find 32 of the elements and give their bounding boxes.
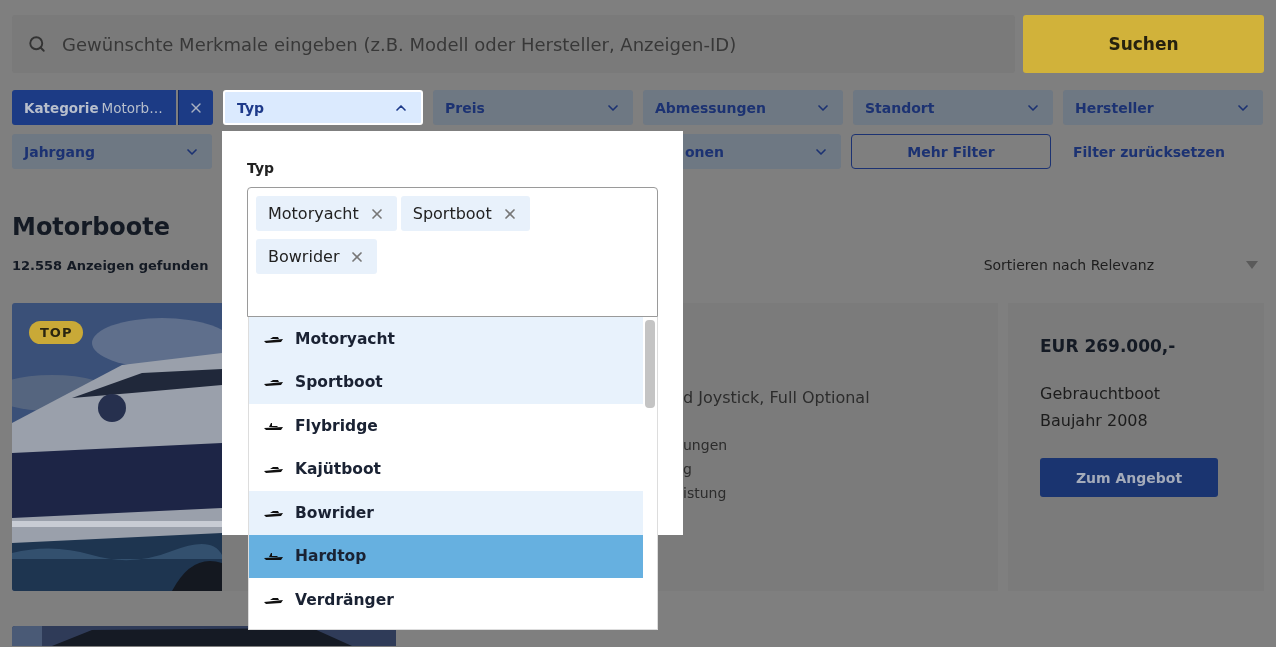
remove-filter-button[interactable] [178,90,213,125]
caret-down-icon [1246,261,1258,269]
top-badge: TOP [29,321,84,344]
multi-select-field[interactable]: Motoryacht Sportboot Bowrider [247,187,658,317]
listing-text: istung [683,485,728,501]
selected-tag[interactable]: Bowrider [256,239,378,274]
option-item[interactable]: Hardtop [249,534,643,578]
boat-icon [264,420,283,431]
boat-icon [264,377,283,388]
page-title: Motorboote [12,213,171,241]
results-count: 12.558 Anzeigen gefunden [12,257,210,273]
option-item[interactable]: Motoryacht [249,317,643,361]
boat-icon [264,464,283,475]
field-label: Typ [247,160,276,176]
scrollbar-thumb[interactable] [645,320,655,408]
sort-select[interactable]: Sortieren nach Relevanz [983,257,1154,273]
category-filter-chip[interactable]: Kategorie Motorb… [12,90,176,125]
offer-button[interactable]: Zum Angebot [1040,458,1218,497]
price: EUR 269.000,- [1040,336,1177,356]
search-button[interactable]: Suchen [1023,15,1264,73]
selected-tag[interactable]: Motoryacht [256,196,397,231]
build-year: Baujahr 2008 [1040,410,1149,432]
listing-text: d Joystick, Full Optional [683,388,871,407]
condition: Gebrauchtboot [1040,383,1162,405]
filter-dropdown[interactable]: Typ [223,90,423,125]
boat-icon [264,551,283,562]
listing-text: g [683,461,693,477]
search-icon [28,35,46,53]
listing-text: ungen [683,437,729,453]
option-item[interactable]: Bowrider [249,491,643,535]
selected-tag[interactable]: Sportboot [400,196,530,231]
option-item[interactable]: Sportboot [249,360,643,404]
